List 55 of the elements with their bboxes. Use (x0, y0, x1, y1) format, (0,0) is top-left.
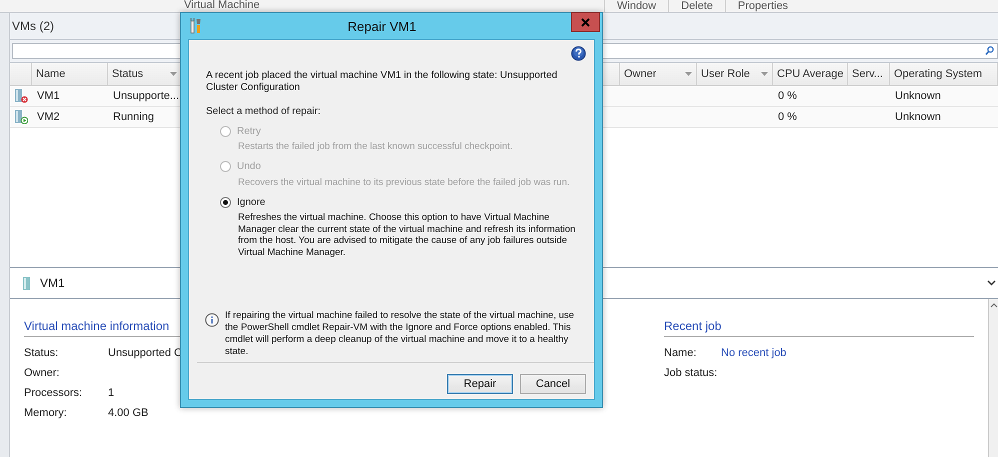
field-label: Job status: (664, 367, 718, 379)
close-icon (581, 18, 590, 26)
field-label: Name: (664, 347, 698, 359)
job-link[interactable]: No recent job (721, 347, 786, 359)
table-cell-text: VM2 (36, 110, 61, 125)
column-header[interactable]: Serv... (848, 63, 890, 85)
table-cell-text: Unknown (894, 89, 942, 104)
ribbon-button[interactable]: Window (604, 0, 668, 12)
scrollbar[interactable] (988, 299, 998, 457)
option-description: Recovers the virtual machine to its previous state before the failed job was run. (238, 176, 571, 188)
info-icon (205, 313, 219, 327)
section-heading: Recent job (664, 319, 974, 337)
column-header[interactable]: Owner (620, 63, 697, 85)
close-button[interactable] (571, 12, 600, 32)
filter-arrow-icon (685, 72, 692, 76)
table-cell-text: VM1 (36, 89, 61, 104)
column-header[interactable]: Operating System (890, 63, 998, 85)
help-icon[interactable] (571, 46, 586, 61)
option-label[interactable]: Ignore (237, 196, 266, 208)
filter-arrow-icon (761, 72, 768, 76)
dialog-message: A recent job placed the virtual machine VM1 in the following state: Unsupported Cluster Configuration (206, 70, 558, 94)
tools-icon (190, 18, 202, 34)
table-cell-text: 0 % (777, 89, 798, 104)
prompt-label: Select a method of repair: (206, 106, 322, 117)
column-header[interactable]: Name (32, 63, 108, 85)
field-value: 1 (108, 387, 114, 399)
ribbon-group-label: Virtual Machine (184, 0, 260, 11)
details-title: VM1 (40, 276, 66, 290)
field-label: Status: (24, 347, 60, 359)
option-description: Restarts the failed job from the last known successful checkpoint. (238, 141, 514, 152)
radio-button[interactable] (220, 196, 231, 208)
field-value: 4.00 GB (108, 407, 148, 419)
dialog-button[interactable]: Repair (447, 374, 513, 394)
panel-title: VMs (2) (12, 19, 54, 33)
ribbon-button[interactable]: Properties (724, 0, 800, 12)
table-cell-text: 0 % (777, 110, 798, 125)
column-header[interactable]: User Role (697, 63, 773, 85)
option-description: Refreshes the virtual machine. Choose this option to have Virtual Machine Manager clear the current state of the virtual machine and refresh its information from the host. You are advised to mitigate the cause of any job failures outside Virtual Machine Manager. (238, 212, 576, 258)
dialog-title: Repair VM1 (346, 18, 418, 34)
ribbon-button[interactable]: Delete (668, 0, 725, 12)
vm-status-icon (14, 110, 28, 124)
chevron-down-icon[interactable] (987, 280, 996, 286)
table-cell-text: Unsupporte... (112, 89, 180, 104)
vm-icon (23, 276, 31, 290)
table-cell-text: Unknown (894, 110, 942, 125)
scroll-up-icon[interactable] (990, 303, 998, 308)
column-header[interactable]: CPU Average (773, 63, 848, 85)
vm-status-icon (14, 89, 28, 103)
field-label: Processors: (24, 387, 84, 399)
field-label: Memory: (24, 407, 68, 419)
field-label: Owner: (24, 367, 60, 379)
search-icon (985, 46, 994, 56)
dialog-button[interactable]: Cancel (520, 374, 586, 394)
table-cell-text: Running (112, 110, 155, 125)
filter-arrow-icon (170, 72, 177, 76)
